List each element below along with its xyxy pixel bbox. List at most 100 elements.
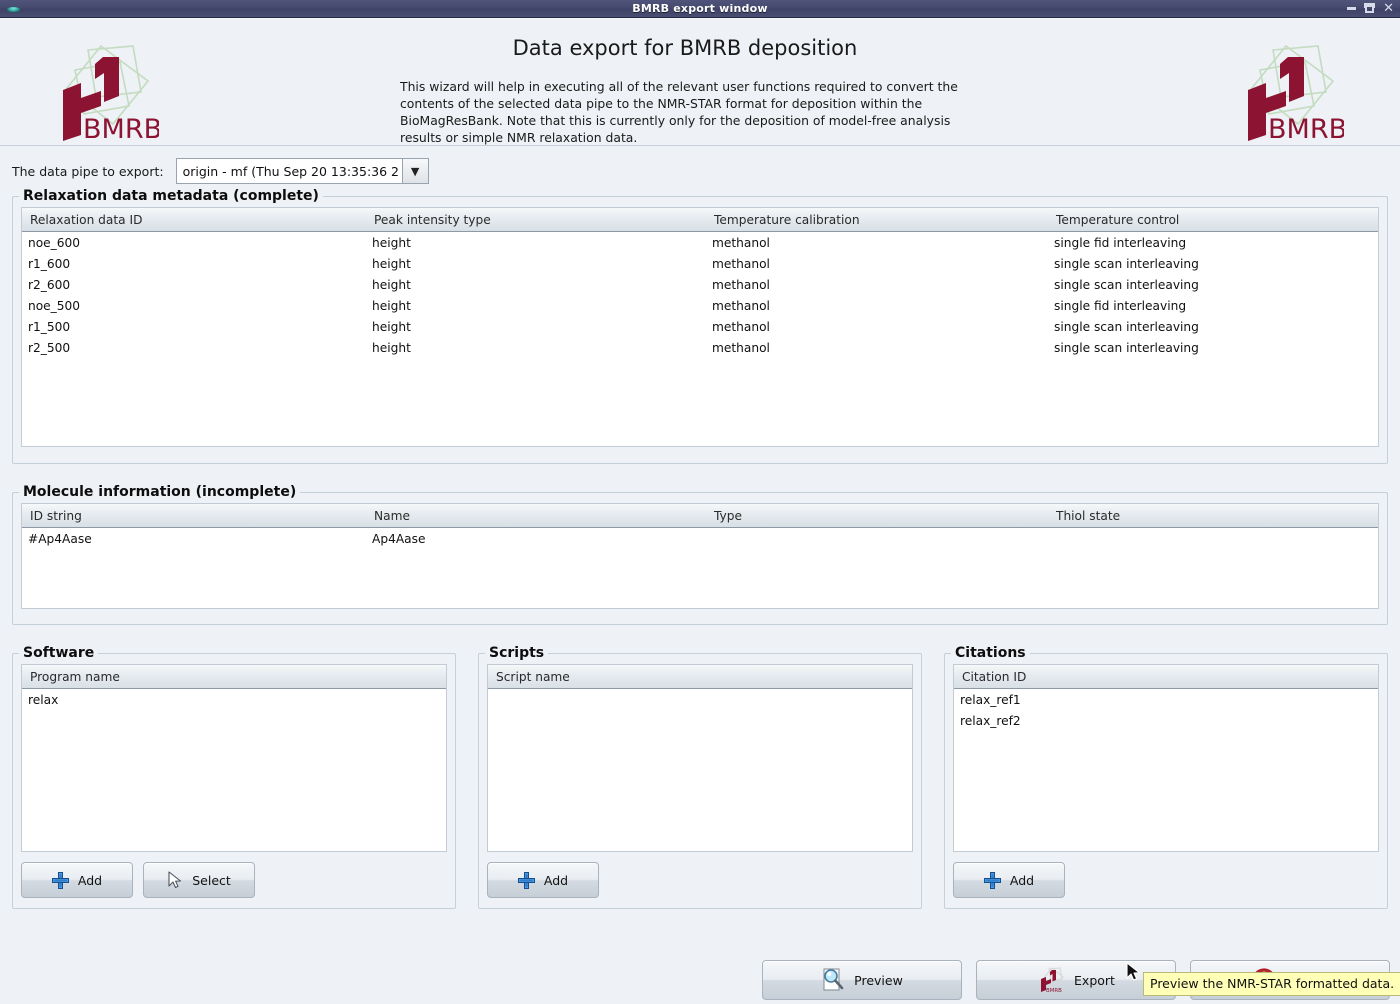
tooltip: Preview the NMR-STAR formatted data.	[1143, 972, 1400, 996]
table-row[interactable]: r2_500 height methanol single scan inter…	[22, 337, 1378, 358]
cell: single scan interleaving	[1048, 274, 1368, 295]
button-label: Add	[1010, 873, 1034, 888]
software-panel: Software Program name relax Add	[12, 653, 456, 909]
software-select-button[interactable]: Select	[143, 862, 255, 898]
cell: single fid interleaving	[1048, 295, 1368, 316]
data-pipe-label: The data pipe to export:	[12, 164, 164, 179]
plus-icon	[52, 872, 69, 889]
citations-buttons: Add	[953, 862, 1379, 898]
cell	[1048, 528, 1368, 549]
cell: single scan interleaving	[1048, 337, 1368, 358]
column-header[interactable]: Citation ID	[954, 665, 1378, 688]
cell: noe_600	[22, 232, 366, 253]
software-table[interactable]: Program name relax	[21, 664, 447, 852]
table-row[interactable]: r1_600 height methanol single scan inter…	[22, 253, 1378, 274]
cell: methanol	[706, 253, 1048, 274]
cell: height	[366, 337, 706, 358]
citations-add-button[interactable]: Add	[953, 862, 1065, 898]
scripts-group: Scripts Script name Add	[478, 653, 922, 909]
column-header[interactable]: ID string	[22, 504, 366, 527]
table-row[interactable]: r1_500 height methanol single scan inter…	[22, 316, 1378, 337]
citations-table[interactable]: Citation ID relax_ref1 relax_ref2	[953, 664, 1379, 852]
column-header[interactable]: Temperature calibration	[706, 208, 1048, 231]
software-buttons: Add Select	[21, 862, 447, 898]
column-header[interactable]: Type	[706, 504, 1048, 527]
minimize-button[interactable]	[1347, 7, 1356, 10]
button-label: Add	[544, 873, 568, 888]
header-text-block: Data export for BMRB deposition This wiz…	[200, 18, 1170, 146]
preview-button[interactable]: Preview	[762, 960, 962, 1000]
molecule-information-group: Molecule information (incomplete) ID str…	[12, 492, 1388, 625]
table-row[interactable]: relax_ref1	[954, 689, 1378, 710]
table-row[interactable]: r2_600 height methanol single scan inter…	[22, 274, 1378, 295]
column-header[interactable]: Thiol state	[1048, 504, 1368, 527]
svg-text:BMRB: BMRB	[1046, 988, 1062, 994]
scripts-table-header: Script name	[488, 665, 912, 689]
maximize-button[interactable]	[1365, 5, 1374, 13]
cell: r2_500	[22, 337, 366, 358]
cell: r2_600	[22, 274, 366, 295]
cell: height	[366, 253, 706, 274]
cell: height	[366, 232, 706, 253]
cell: noe_500	[22, 295, 366, 316]
table-row[interactable]: relax_ref2	[954, 710, 1378, 731]
bmrb-icon: BMRB	[1037, 966, 1065, 994]
column-header[interactable]: Script name	[488, 665, 912, 688]
plus-icon	[518, 872, 535, 889]
window-titlebar[interactable]: BMRB export window ✕	[0, 0, 1400, 18]
header-description: This wizard will help in executing all o…	[400, 78, 970, 146]
button-label: Export	[1074, 973, 1115, 988]
cell: height	[366, 316, 706, 337]
scripts-buttons: Add	[487, 862, 913, 898]
window-controls: ✕	[1347, 2, 1394, 15]
cell: height	[366, 274, 706, 295]
table-row[interactable]: noe_600 height methanol single fid inter…	[22, 232, 1378, 253]
bmrb-logo-right: BMRB	[1170, 18, 1400, 144]
cell: methanol	[706, 274, 1048, 295]
header-banner: BMRB Data export for BMRB deposition Thi…	[0, 18, 1400, 146]
cursor-icon	[167, 871, 183, 889]
cell: methanol	[706, 316, 1048, 337]
cell: r1_500	[22, 316, 366, 337]
chevron-down-icon[interactable]: ▼	[402, 159, 428, 183]
button-label: Select	[192, 873, 231, 888]
close-button[interactable]: ✕	[1383, 2, 1394, 15]
scripts-add-button[interactable]: Add	[487, 862, 599, 898]
column-header[interactable]: Peak intensity type	[366, 208, 706, 231]
relaxation-table[interactable]: Relaxation data ID Peak intensity type T…	[21, 207, 1379, 447]
window-title: BMRB export window	[0, 2, 1400, 15]
cell	[706, 528, 1048, 549]
column-header[interactable]: Temperature control	[1048, 208, 1368, 231]
cell: r1_600	[22, 253, 366, 274]
plus-icon	[984, 872, 1001, 889]
table-row[interactable]: relax	[22, 689, 446, 710]
citations-panel: Citations Citation ID relax_ref1 relax_r…	[944, 653, 1388, 909]
svg-text:BMRB: BMRB	[83, 114, 159, 144]
cell: single scan interleaving	[1048, 316, 1368, 337]
cell: methanol	[706, 295, 1048, 316]
cell: Ap4Aase	[366, 528, 706, 549]
bmrb-logo-icon: BMRB	[1226, 40, 1344, 144]
relaxation-metadata-group: Relaxation data metadata (complete) Rela…	[12, 196, 1388, 464]
magnifier-icon	[821, 967, 845, 993]
column-header[interactable]: Program name	[22, 665, 446, 688]
table-row[interactable]: noe_500 height methanol single fid inter…	[22, 295, 1378, 316]
cell: relax_ref1	[954, 689, 1378, 710]
data-pipe-combobox[interactable]: origin - mf (Thu Sep 20 13:35:36 2 ▼	[176, 158, 429, 184]
app-icon	[6, 2, 22, 16]
page-title: Data export for BMRB deposition	[200, 36, 1170, 60]
software-add-button[interactable]: Add	[21, 862, 133, 898]
citations-group: Citations Citation ID relax_ref1 relax_r…	[944, 653, 1388, 909]
cell: relax_ref2	[954, 710, 1378, 731]
molecule-table[interactable]: ID string Name Type Thiol state #Ap4Aase…	[21, 503, 1379, 609]
column-header[interactable]: Relaxation data ID	[22, 208, 366, 231]
cell: height	[366, 295, 706, 316]
button-label: Preview	[854, 973, 903, 988]
cell: methanol	[706, 232, 1048, 253]
data-pipe-value[interactable]: origin - mf (Thu Sep 20 13:35:36 2	[177, 159, 402, 183]
scripts-table[interactable]: Script name	[487, 664, 913, 852]
column-header[interactable]: Name	[366, 504, 706, 527]
bottom-panels: Software Program name relax Add	[12, 653, 1388, 909]
cell: single scan interleaving	[1048, 253, 1368, 274]
table-row[interactable]: #Ap4Aase Ap4Aase	[22, 528, 1378, 549]
